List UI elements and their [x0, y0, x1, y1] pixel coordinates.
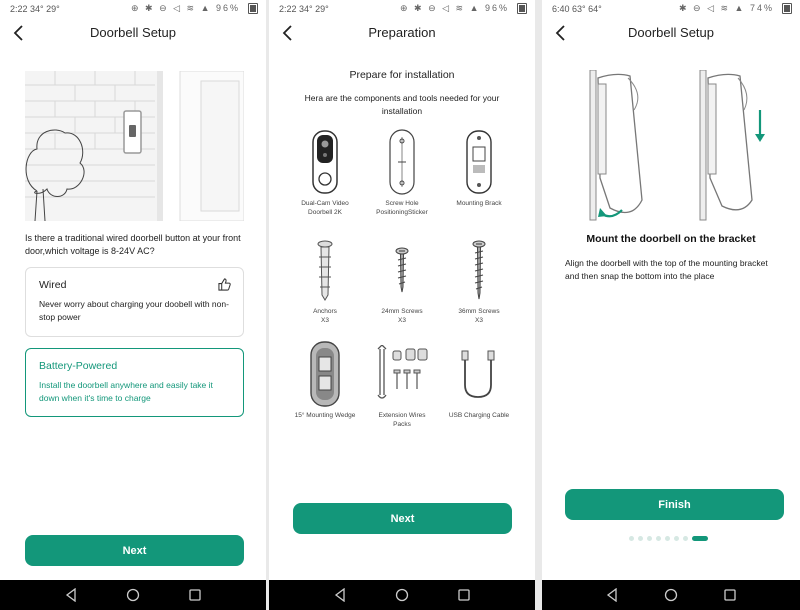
- app-header: Doorbell Setup: [542, 20, 800, 48]
- system-navbar: [0, 580, 266, 610]
- usb-cable-icon: [440, 340, 518, 408]
- component-label: 24mm Screws X3: [381, 308, 423, 324]
- status-time: 2:22 34° 29°: [10, 4, 60, 14]
- bracket-icon: [440, 128, 518, 196]
- system-navbar: [542, 580, 800, 610]
- component-doorbell: Dual-Cam Video Doorbell 2K: [286, 128, 364, 217]
- wired-question: Is there a traditional wired doorbell bu…: [25, 233, 241, 256]
- status-time: 6:40 63° 64°: [552, 4, 602, 14]
- status-icons: ✱ ⊖ ◁ ≋ ▲ 74%: [679, 3, 774, 13]
- component-label: 15° Mounting Wedge: [294, 412, 356, 419]
- component-label: Mounting Brack: [456, 200, 502, 207]
- wedge-icon: [286, 340, 364, 408]
- doorbell-button-illustration: [25, 71, 244, 221]
- pager-dot: [638, 536, 643, 541]
- finish-button[interactable]: Finish: [565, 489, 784, 520]
- system-navbar: [269, 580, 535, 610]
- pager-dot: [629, 536, 634, 541]
- component-bracket: Mounting Brack: [440, 128, 518, 208]
- section-title: Prepare for installation: [349, 69, 455, 81]
- pager-dot: [656, 536, 661, 541]
- component-sticker: Screw Hole PositioningSticker: [363, 128, 441, 217]
- wires-icon: [363, 340, 441, 408]
- option-title: Battery-Powered: [39, 360, 118, 372]
- component-label: Dual-Cam Video Doorbell 2K: [301, 200, 349, 216]
- component-24mm-screws: 24mm Screws X3: [363, 236, 441, 325]
- component-label: USB Charging Cable: [448, 412, 510, 419]
- battery-icon: [248, 3, 258, 14]
- page-title: Doorbell Setup: [90, 25, 176, 40]
- option-description: Install the doorbell anywhere and easily…: [39, 380, 213, 403]
- nav-back-icon[interactable]: [332, 587, 348, 603]
- doorbell-icon: [286, 128, 364, 196]
- pager-dot: [683, 536, 688, 541]
- nav-home-icon[interactable]: [663, 587, 679, 603]
- step-title: Mount the doorbell on the bracket: [586, 233, 756, 245]
- pager-dot-active: [692, 536, 708, 541]
- pager-dot: [674, 536, 679, 541]
- mounting-illustration: [582, 69, 772, 230]
- page-title: Preparation: [368, 25, 436, 40]
- panel-divider: [535, 0, 542, 610]
- component-usb-cable: USB Charging Cable: [440, 340, 518, 420]
- nav-home-icon[interactable]: [125, 587, 141, 603]
- status-bar: 2:22 34° 29° ⊕ ✱ ⊖ ◁ ≋ ▲ 96%: [269, 0, 535, 18]
- component-extension-wires: Extension Wires Packs: [363, 340, 441, 429]
- battery-icon: [782, 3, 792, 14]
- component-label: Anchors X3: [313, 308, 337, 324]
- option-wired[interactable]: Wired Never worry about charging your do…: [25, 267, 244, 337]
- screw-icon: [363, 236, 441, 304]
- component-label: Screw Hole PositioningSticker: [376, 200, 428, 216]
- pager-dot: [665, 536, 670, 541]
- component-mounting-wedge: 15° Mounting Wedge: [286, 340, 364, 420]
- option-description: Never worry about charging your doobell …: [39, 299, 229, 322]
- next-button[interactable]: Next: [293, 503, 512, 534]
- nav-recents-icon[interactable]: [722, 587, 738, 603]
- component-anchors: Anchors X3: [286, 236, 364, 325]
- preparation-screen: 2:22 34° 29° ⊕ ✱ ⊖ ◁ ≋ ▲ 96% Preparation…: [269, 0, 535, 610]
- nav-recents-icon[interactable]: [456, 587, 472, 603]
- nav-back-icon[interactable]: [63, 587, 79, 603]
- nav-recents-icon[interactable]: [187, 587, 203, 603]
- anchor-icon: [286, 236, 364, 304]
- status-bar: 6:40 63° 64° ✱ ⊖ ◁ ≋ ▲ 74%: [542, 0, 800, 18]
- nav-back-icon[interactable]: [604, 587, 620, 603]
- app-header: Preparation: [269, 20, 535, 48]
- section-subtitle: Hera are the components and tools needed…: [304, 93, 500, 116]
- doorbell-setup-screen: 2:22 34° 29° ⊕ ✱ ⊖ ◁ ≋ ▲ 96% Doorbell Se…: [0, 0, 266, 610]
- battery-icon: [517, 3, 527, 14]
- step-description: Align the doorbell with the top of the m…: [565, 258, 768, 281]
- page-title: Doorbell Setup: [628, 25, 714, 40]
- page-indicator: [629, 536, 708, 541]
- component-label: 36mm Screws X3: [458, 308, 500, 324]
- app-header: Doorbell Setup: [0, 20, 266, 48]
- next-button[interactable]: Next: [25, 535, 244, 566]
- status-bar: 2:22 34° 29° ⊕ ✱ ⊖ ◁ ≋ ▲ 96%: [0, 0, 266, 18]
- thumbs-up-icon: [218, 278, 231, 291]
- mount-doorbell-screen: 6:40 63° 64° ✱ ⊖ ◁ ≋ ▲ 74% Doorbell Setu…: [542, 0, 800, 610]
- component-36mm-screws: 36mm Screws X3: [440, 236, 518, 325]
- nav-home-icon[interactable]: [394, 587, 410, 603]
- component-label: Extension Wires Packs: [378, 412, 426, 428]
- pager-dot: [647, 536, 652, 541]
- option-title: Wired: [39, 279, 67, 291]
- status-time: 2:22 34° 29°: [279, 4, 329, 14]
- status-icons: ⊕ ✱ ⊖ ◁ ≋ ▲ 96%: [399, 3, 509, 13]
- screw-icon: [440, 236, 518, 304]
- status-icons: ⊕ ✱ ⊖ ◁ ≋ ▲ 96%: [130, 3, 240, 13]
- option-battery-powered[interactable]: Battery-Powered Install the doorbell any…: [25, 348, 244, 417]
- sticker-icon: [363, 128, 441, 196]
